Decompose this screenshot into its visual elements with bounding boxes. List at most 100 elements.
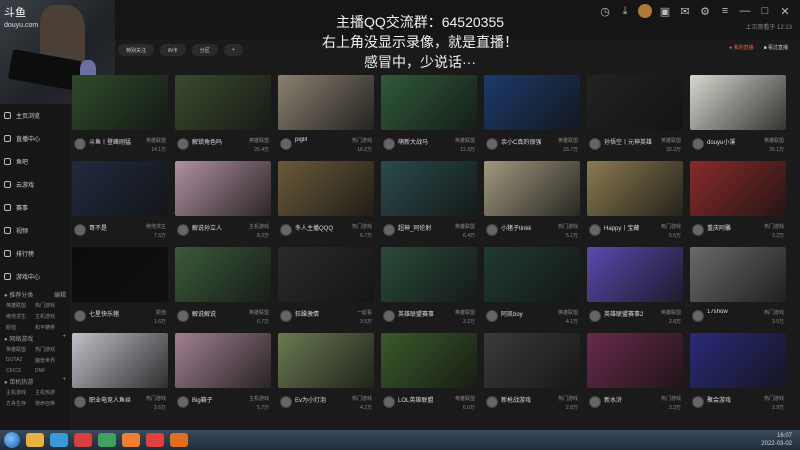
- filter-chip[interactable]: iN卡: [160, 44, 186, 56]
- streamer-avatar[interactable]: [589, 224, 601, 236]
- subcategory-link[interactable]: 方舟生存: [6, 400, 35, 407]
- stream-thumbnail[interactable]: [690, 75, 786, 130]
- stream-card[interactable]: Ev为小灯泡 热门游戏 4.2万: [278, 333, 374, 419]
- stream-thumbnail[interactable]: [587, 333, 683, 388]
- streamer-avatar[interactable]: [486, 310, 498, 322]
- streamer-avatar[interactable]: [280, 224, 292, 236]
- streamer-avatar[interactable]: [383, 224, 395, 236]
- sidebar-item[interactable]: 排行榜: [0, 242, 70, 265]
- stream-card[interactable]: LOL英雄联盟 英雄联盟 6.0万: [381, 333, 477, 419]
- section-action[interactable]: +: [62, 334, 66, 343]
- streamer-name[interactable]: 英雄联盟赛事2: [604, 309, 643, 318]
- streamer-avatar[interactable]: [177, 310, 189, 322]
- app-icon[interactable]: [26, 433, 44, 447]
- stream-card[interactable]: 17show 热门游戏 3.5万: [690, 247, 786, 333]
- stream-card[interactable]: 七星快乐猪 颜值 1.6万: [72, 247, 168, 333]
- stream-thumbnail[interactable]: [381, 333, 477, 388]
- stream-thumbnail[interactable]: [381, 75, 477, 130]
- sidebar-item[interactable]: 视频: [0, 219, 70, 242]
- my-live-button[interactable]: ● 我的直播: [729, 44, 753, 51]
- streamer-avatar[interactable]: [692, 224, 704, 236]
- streamer-avatar[interactable]: [589, 310, 601, 322]
- stream-thumbnail[interactable]: [175, 333, 271, 388]
- stream-thumbnail[interactable]: [587, 75, 683, 130]
- streamer-avatar[interactable]: [486, 138, 498, 150]
- stream-card[interactable]: 冬人主播QQQ 热门游戏 6.7万: [278, 161, 374, 247]
- section-action[interactable]: +: [62, 377, 66, 386]
- stream-thumbnail[interactable]: [690, 333, 786, 388]
- app-icon[interactable]: [170, 433, 188, 447]
- streamer-avatar[interactable]: [383, 138, 395, 150]
- stream-thumbnail[interactable]: [72, 161, 168, 216]
- stream-card[interactable]: 斗鱼丨登峰刚猛 英雄联盟 14.1万: [72, 75, 168, 161]
- subcategory-link[interactable]: CF/CS: [6, 368, 35, 374]
- streamer-name[interactable]: douyu小溪: [707, 137, 735, 146]
- stream-card[interactable]: 解锁角色吗 英雄联盟 26.4万: [175, 75, 271, 161]
- history-button[interactable]: ■ 看过直播: [764, 44, 788, 51]
- stream-thumbnail[interactable]: [278, 333, 374, 388]
- stream-card[interactable]: 超神_阿伦射 英雄联盟 6.4万: [381, 161, 477, 247]
- stream-thumbnail[interactable]: [484, 75, 580, 130]
- stream-card[interactable]: 解说解说 英雄联盟 6.7万: [175, 247, 271, 333]
- subcategory-link[interactable]: 主机热游: [35, 389, 64, 396]
- subcategory-link[interactable]: 英雄联盟: [6, 346, 35, 353]
- stream-thumbnail[interactable]: [587, 247, 683, 302]
- app-icon[interactable]: [146, 433, 164, 447]
- clock-icon[interactable]: ◷: [598, 4, 612, 18]
- sidebar-item[interactable]: 主页浏览: [0, 104, 70, 127]
- streamer-name[interactable]: 哥不是: [89, 223, 107, 232]
- stream-card[interactable]: 小猪子tinkk 热门游戏 5.1万: [484, 161, 580, 247]
- sidebar-item[interactable]: 云游戏: [0, 173, 70, 196]
- streamer-name[interactable]: 聚会游戏: [707, 395, 731, 404]
- stream-thumbnail[interactable]: [587, 161, 683, 216]
- app-icon[interactable]: [122, 433, 140, 447]
- section-action[interactable]: 编辑: [54, 290, 66, 299]
- streamer-avatar[interactable]: [74, 310, 86, 322]
- minimize-icon[interactable]: —: [738, 4, 752, 18]
- streamer-name[interactable]: 重庆阿雕: [707, 223, 731, 232]
- streamer-avatar[interactable]: [280, 138, 292, 150]
- stream-card[interactable]: 职业电竞人鱼丝 热门游戏 2.6万: [72, 333, 168, 419]
- close-icon[interactable]: ✕: [778, 4, 792, 18]
- streamer-avatar[interactable]: [177, 224, 189, 236]
- streamer-avatar[interactable]: [74, 138, 86, 150]
- subcategory-link[interactable]: 热门游戏: [35, 346, 64, 353]
- streamer-avatar[interactable]: [280, 396, 292, 408]
- streamer-avatar[interactable]: [74, 224, 86, 236]
- streamer-name[interactable]: 解锁角色吗: [192, 137, 222, 146]
- stream-card[interactable]: piglif 热门游戏 16.2万: [278, 75, 374, 161]
- settings-icon[interactable]: ⚙: [698, 4, 712, 18]
- avatar[interactable]: [638, 4, 652, 18]
- stream-thumbnail[interactable]: [690, 247, 786, 302]
- filter-chip[interactable]: 特别关注: [118, 44, 155, 56]
- stream-thumbnail[interactable]: [72, 75, 168, 130]
- stream-card[interactable]: 阿凯boy 英雄联盟 4.1万: [484, 247, 580, 333]
- streamer-avatar[interactable]: [177, 138, 189, 150]
- stream-card[interactable]: 英雄联盟赛事2 英雄联盟 2.8万: [587, 247, 683, 333]
- subcategory-link[interactable]: 魔兽世界: [35, 357, 64, 364]
- stream-thumbnail[interactable]: [278, 75, 374, 130]
- stream-card[interactable]: 解说孙立人 主机游戏 8.2万: [175, 161, 271, 247]
- stream-card[interactable]: 萌新大战马 英雄联盟 12.3万: [381, 75, 477, 161]
- streamer-name[interactable]: Happy丨宝藏: [604, 223, 639, 232]
- streamer-name[interactable]: 小猪子tinkk: [501, 223, 531, 232]
- stream-thumbnail[interactable]: [484, 161, 580, 216]
- streamer-avatar[interactable]: [589, 138, 601, 150]
- streamer-name[interactable]: piglif: [295, 137, 307, 143]
- subcategory-link[interactable]: DOTA2: [6, 357, 35, 364]
- streamer-avatar[interactable]: [692, 396, 704, 408]
- streamer-name[interactable]: 阿凯boy: [501, 309, 523, 318]
- stream-card[interactable]: 孙悟空丨元神英雄 英雄联盟 32.3万: [587, 75, 683, 161]
- system-tray[interactable]: 16:07 2022-03-02: [761, 432, 792, 448]
- stream-thumbnail[interactable]: [72, 247, 168, 302]
- streamer-name[interactable]: 狂躁激情: [295, 309, 319, 318]
- streamer-avatar[interactable]: [177, 396, 189, 408]
- streamer-name[interactable]: 17show: [707, 309, 728, 315]
- maximize-icon[interactable]: □: [758, 4, 772, 18]
- streamer-avatar[interactable]: [74, 396, 86, 408]
- add-filter-button[interactable]: +: [223, 44, 243, 56]
- stream-card[interactable]: 新水浒 热门游戏 3.3万: [587, 333, 683, 419]
- sidebar-item[interactable]: 赛事: [0, 196, 70, 219]
- stream-thumbnail[interactable]: [278, 161, 374, 216]
- stream-card[interactable]: Big箱子 主机游戏 5.7万: [175, 333, 271, 419]
